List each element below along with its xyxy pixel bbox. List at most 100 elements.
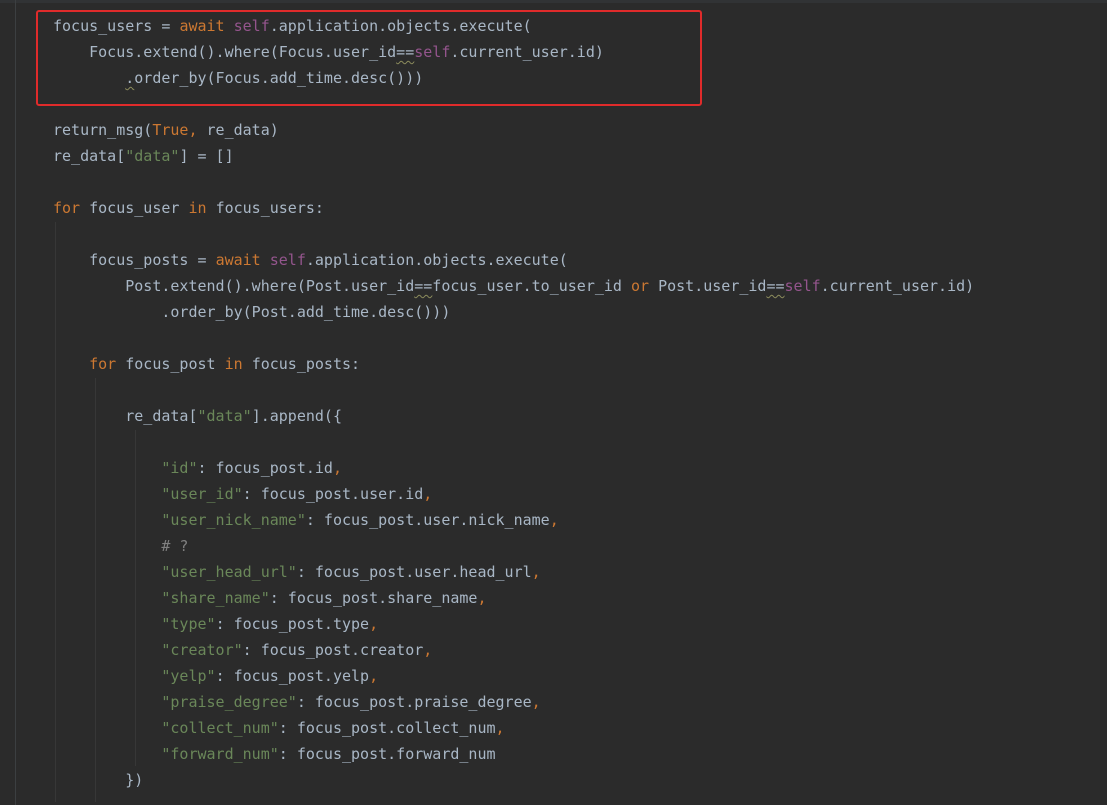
code-text: re_data[	[53, 147, 126, 165]
string-token: "forward_num"	[161, 745, 279, 763]
warning-token: ==	[766, 277, 785, 295]
keyword-token: True	[152, 121, 189, 139]
code-text: : focus_post.creator	[242, 641, 424, 659]
code-line[interactable]: focus_users = await self.application.obj…	[53, 13, 974, 39]
code-line[interactable]: return_msg(True, re_data)	[53, 117, 974, 143]
code-text: order_by(Focus.add_time.desc()))	[134, 69, 424, 87]
code-text: focus_user.to_user_id	[432, 277, 631, 295]
code-text: : focus_post.user.head_url	[296, 563, 532, 581]
warning-token: ==	[396, 43, 415, 61]
string-token: "id"	[161, 459, 198, 477]
code-line[interactable]	[53, 169, 974, 195]
code-line[interactable]: "yelp": focus_post.yelp,	[53, 663, 974, 689]
string-token: "type"	[161, 615, 216, 633]
code-line[interactable]: })	[53, 767, 974, 793]
code-editor[interactable]: focus_users = await self.application.obj…	[0, 0, 1107, 805]
code-text: focus_users:	[215, 199, 324, 217]
warning-token: .	[125, 69, 135, 87]
code-text: : focus_post.type	[215, 615, 370, 633]
code-line[interactable]: re_data["data"].append({	[53, 403, 974, 429]
punctuation-token: ,	[495, 719, 505, 737]
code-line[interactable]: Post.extend().where(Post.user_id == focus_…	[53, 273, 974, 299]
code-text: : focus_post.praise_degree	[296, 693, 532, 711]
string-token: "data"	[125, 147, 180, 165]
code-text: Post.user_id	[658, 277, 767, 295]
code-line[interactable]: "praise_degree": focus_post.praise_degre…	[53, 689, 974, 715]
self-token: self	[269, 251, 306, 269]
keyword-token: in	[224, 355, 252, 373]
code-line[interactable]: "forward_num": focus_post.forward_num	[53, 741, 974, 767]
code-line[interactable]: "type": focus_post.type,	[53, 611, 974, 637]
string-token: "creator"	[161, 641, 243, 659]
punctuation-token: ,	[531, 563, 541, 581]
code-area[interactable]: focus_users = await self.application.obj…	[53, 13, 974, 793]
code-line[interactable]: "id": focus_post.id,	[53, 455, 974, 481]
code-line[interactable]: "share_name": focus_post.share_name,	[53, 585, 974, 611]
code-text: : focus_post.collect_num	[278, 719, 496, 737]
code-text: focus_user	[89, 199, 189, 217]
punctuation-token: ,	[531, 693, 541, 711]
code-line[interactable]: re_data["data"] = []	[53, 143, 974, 169]
code-line[interactable]: .order_by(Post.add_time.desc()))	[53, 299, 974, 325]
code-line[interactable]: Focus.extend().where(Focus.user_id==self…	[53, 39, 974, 65]
editor-top-strip	[0, 0, 1107, 3]
punctuation-token: ,	[188, 121, 207, 139]
code-line[interactable]: "user_nick_name": focus_post.user.nick_n…	[53, 507, 974, 533]
code-text: focus_posts:	[251, 355, 361, 373]
self-token: self	[414, 43, 451, 61]
code-line[interactable]	[53, 221, 974, 247]
code-line[interactable]: "user_head_url": focus_post.user.head_ur…	[53, 559, 974, 585]
keyword-token: for	[89, 355, 126, 373]
string-token: "collect_num"	[161, 719, 279, 737]
punctuation-token: ,	[369, 667, 379, 685]
string-token: "user_nick_name"	[161, 511, 306, 529]
code-text: .order_by(Post.add_time.desc()))	[53, 303, 451, 321]
code-line[interactable]: "user_id": focus_post.user.id,	[53, 481, 974, 507]
keyword-token: await	[179, 17, 234, 35]
code-text: .application.objects.execute(	[305, 251, 568, 269]
code-text: .current_user.id)	[450, 43, 604, 61]
self-token: self	[233, 17, 270, 35]
code-text: : focus_post.user.id	[242, 485, 424, 503]
code-text: ] = []	[179, 147, 234, 165]
keyword-token: for	[53, 199, 90, 217]
code-line[interactable]: "collect_num": focus_post.collect_num,	[53, 715, 974, 741]
code-text: : focus_post.forward_num	[278, 745, 496, 763]
code-line[interactable]: for focus_user in focus_users:	[53, 195, 974, 221]
punctuation-token: ,	[423, 641, 433, 659]
code-line[interactable]: focus_posts = await self.application.obj…	[53, 247, 974, 273]
code-text: .current_user.id)	[820, 277, 975, 295]
string-token: "user_id"	[161, 485, 243, 503]
code-text: Post.extend().where(Post.user_id	[53, 277, 415, 295]
code-text: focus_users =	[53, 17, 180, 35]
code-line[interactable]	[53, 325, 974, 351]
code-text: re_data[	[53, 407, 198, 425]
keyword-token: or	[630, 277, 659, 295]
code-line[interactable]: .order_by(Focus.add_time.desc()))	[53, 65, 974, 91]
code-text: })	[53, 771, 144, 789]
code-text: : focus_post.yelp	[215, 667, 370, 685]
code-text: focus_post	[125, 355, 225, 373]
code-text: : focus_post.id	[197, 459, 333, 477]
code-line[interactable]: "creator": focus_post.creator,	[53, 637, 974, 663]
code-line[interactable]	[53, 377, 974, 403]
keyword-token: in	[188, 199, 216, 217]
string-token: "yelp"	[161, 667, 216, 685]
string-token: "share_name"	[161, 589, 270, 607]
code-line[interactable]	[53, 429, 974, 455]
punctuation-token: ,	[549, 511, 559, 529]
code-text: return_msg(	[53, 121, 153, 139]
code-line[interactable]: # ?	[53, 533, 974, 559]
code-line[interactable]: for focus_post in focus_posts:	[53, 351, 974, 377]
punctuation-token: ,	[477, 589, 487, 607]
code-line[interactable]	[53, 91, 974, 117]
punctuation-token: ,	[332, 459, 342, 477]
code-text: focus_posts =	[53, 251, 216, 269]
